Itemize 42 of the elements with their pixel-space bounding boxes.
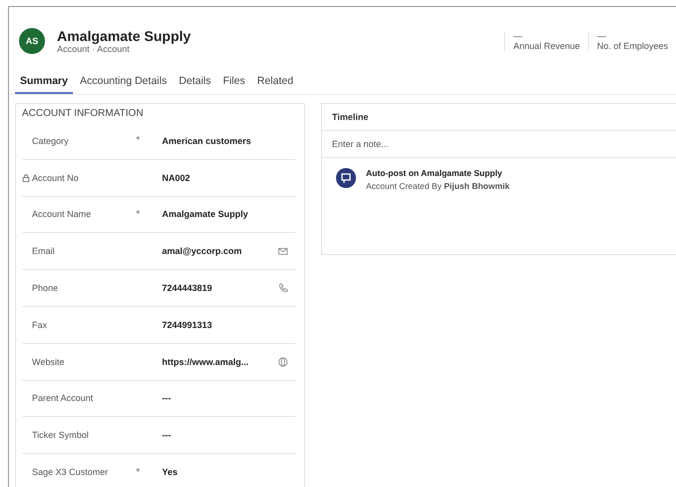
field-label: Email (31, 246, 56, 256)
tab[interactable]: Accounting Details (74, 71, 172, 94)
field-label: Account No (32, 172, 80, 183)
field-label: Website (31, 356, 66, 367)
field-value[interactable]: NA002 (162, 172, 270, 183)
tab[interactable]: Details (174, 71, 216, 94)
field-label: Fax (31, 320, 48, 330)
metric-label: No. of Employees (596, 41, 668, 51)
field-value[interactable]: Amalgamate Supply (162, 209, 270, 220)
field-value[interactable]: amal@yccorp.com (162, 246, 270, 256)
field-value[interactable]: 7244991313 (162, 320, 270, 330)
record-title: Amalgamate Supply (57, 28, 191, 44)
metric-value: — (513, 31, 524, 41)
post-text: Account Created By Pijush Bhowmik (366, 181, 510, 191)
tab[interactable]: Files (218, 71, 250, 94)
required-mark: * (136, 208, 141, 220)
field-value[interactable]: 7244443819 (162, 283, 270, 294)
field-label: Category (31, 136, 70, 146)
post-icon (336, 168, 356, 188)
field-label: Ticker Symbol (31, 430, 90, 440)
field-value[interactable]: https://www.amalg... (162, 356, 270, 367)
metric-label: Annual Revenue (513, 41, 580, 51)
account-avatar: AS (19, 28, 45, 54)
field-label: Phone (31, 283, 60, 294)
mail-icon[interactable] (278, 246, 288, 256)
globe-icon[interactable] (278, 356, 288, 367)
tab[interactable]: Summary (15, 71, 73, 94)
field-label: Sage X3 Customer (31, 467, 110, 478)
field-value[interactable]: Yes (162, 467, 270, 478)
post-title[interactable]: Auto-post on Amalgamate Supply (366, 168, 510, 178)
field-value[interactable]: --- (162, 393, 270, 404)
required-mark: * (136, 466, 141, 478)
phone-icon[interactable] (278, 283, 288, 294)
field-label: Parent Account (31, 393, 94, 404)
field-value[interactable]: American customers (162, 136, 270, 146)
field-value[interactable]: --- (162, 430, 270, 440)
metric-value: — (596, 31, 607, 41)
required-mark: * (136, 135, 141, 146)
field-label: Account Name (31, 209, 92, 220)
record-type[interactable]: Account · Account (57, 44, 191, 54)
tab[interactable]: Related (252, 71, 298, 94)
section-title: ACCOUNT INFORMATION (22, 108, 144, 119)
